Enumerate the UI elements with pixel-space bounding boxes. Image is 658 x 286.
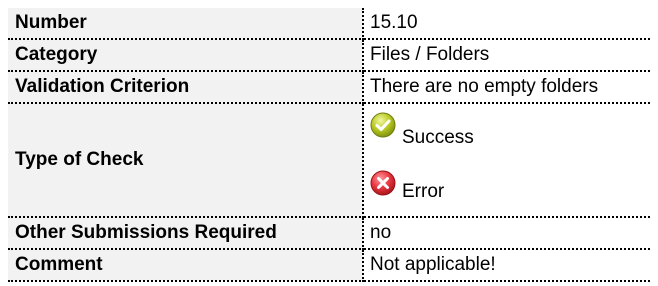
row-value-comment: Not applicable! (363, 249, 650, 282)
table-row-category: Category Files / Folders (8, 39, 650, 72)
row-value-category: Files / Folders (363, 39, 650, 72)
row-label-category: Category (8, 39, 364, 72)
property-table: Number 15.10 Category Files / Folders Va… (8, 8, 650, 282)
row-label-other-submissions: Other Submissions Required (8, 217, 364, 250)
row-value-validation-criterion: There are no empty folders (363, 71, 650, 104)
error-x-icon (370, 170, 396, 196)
row-value-type-of-check: Success Error (363, 103, 650, 218)
row-label-number: Number (8, 8, 364, 40)
row-label-comment: Comment (8, 249, 364, 282)
check-error: Error (370, 163, 650, 209)
table-row-validation-criterion: Validation Criterion There are no empty … (8, 71, 650, 104)
row-value-other-submissions: no (363, 217, 650, 250)
success-check-icon (370, 112, 396, 138)
row-label-validation-criterion: Validation Criterion (8, 71, 364, 104)
check-success-label: Success (402, 127, 474, 148)
table-row-number: Number 15.10 (8, 8, 650, 40)
row-label-type-of-check: Type of Check (8, 103, 364, 218)
table-row-type-of-check: Type of Check Success Error (8, 103, 650, 218)
row-value-number: 15.10 (363, 8, 650, 40)
table-row-other-submissions: Other Submissions Required no (8, 217, 650, 250)
table-row-comment: Comment Not applicable! (8, 249, 650, 282)
check-success: Success (370, 111, 650, 157)
check-error-label: Error (402, 181, 445, 202)
